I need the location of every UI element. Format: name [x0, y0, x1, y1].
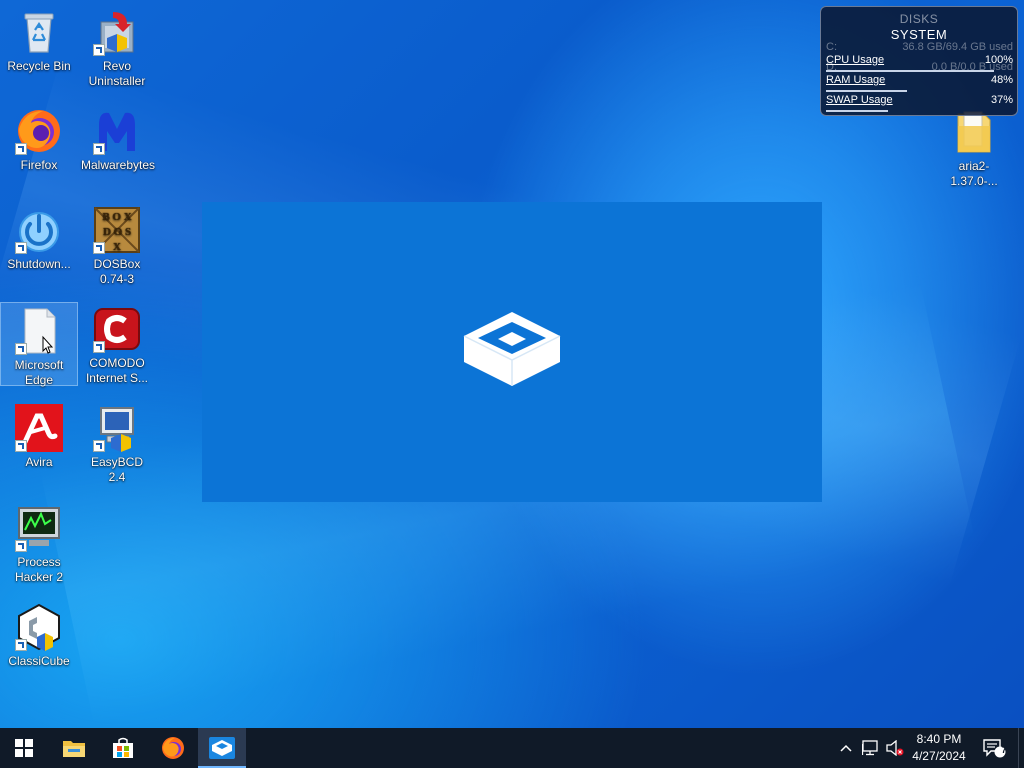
show-hidden-icons-button[interactable] [836, 728, 856, 768]
ram-usage-row: RAM Usage 48% [826, 74, 1013, 92]
desktop-icon-comodo[interactable]: COMODO Internet S... [79, 301, 155, 386]
system-title: SYSTEM [890, 27, 948, 42]
firefox-icon [15, 107, 63, 155]
easybcd-icon [93, 404, 141, 452]
desktop-icon-label: Revo Uninstaller [88, 59, 146, 88]
file-explorer-icon [63, 741, 85, 757]
sandbox-app-taskbar-button[interactable] [198, 728, 246, 768]
ram-usage-label: RAM Usage [826, 74, 886, 86]
system-monitor-widget[interactable]: DISKS SYSTEM C: 36.8 GB/69.4 GB used D: … [820, 6, 1018, 116]
disk-drive-label: C: [826, 41, 837, 53]
swap-usage-label: SWAP Usage [826, 94, 893, 106]
shortcut-arrow-icon [15, 242, 27, 254]
shortcut-arrow-icon [93, 242, 105, 254]
recycle-bin-icon [15, 8, 63, 56]
network-tray-button[interactable] [860, 728, 882, 768]
power-icon [15, 206, 63, 254]
shortcut-arrow-icon [15, 440, 27, 452]
network-icon [862, 740, 878, 756]
malwarebytes-icon [93, 107, 141, 155]
desktop-icon-easybcd[interactable]: EasyBCD 2.4 [79, 400, 155, 485]
cpu-usage-row: CPU Usage 100% [826, 54, 1013, 72]
desktop-icon-dosbox[interactable]: B O X D O S X DOSBox 0.74-3 [79, 202, 155, 287]
swap-usage-row: SWAP Usage 37% [826, 94, 1013, 112]
desktop-icon-label: Shutdown... [7, 257, 71, 271]
show-desktop-button[interactable] [1018, 728, 1024, 768]
desktop-icon-revo-uninstaller[interactable]: Revo Uninstaller [79, 4, 155, 89]
clock-date: 4/27/2024 [912, 749, 966, 763]
taskbar-clock[interactable]: 8:40 PM 4/27/2024 [900, 731, 978, 765]
svg-text:B O X: B O X [102, 211, 131, 223]
desktop-icon-label: Process Hacker 2 [14, 555, 64, 584]
classicube-icon [15, 603, 63, 651]
start-button[interactable] [0, 728, 48, 768]
desktop-icon-label: Microsoft Edge [14, 358, 64, 387]
notification-count-badge: 7 [1001, 745, 1007, 755]
disk-drive-usage: 36.8 GB/69.4 GB used [902, 41, 1013, 53]
microsoft-store-icon [113, 737, 133, 758]
cpu-usage-value: 100% [984, 54, 1013, 66]
desktop-icon-avira[interactable]: Avira [1, 400, 77, 470]
svg-text:X: X [113, 241, 121, 253]
swap-usage-bar [826, 110, 889, 112]
sandbox-box-icon [462, 310, 562, 395]
desktop-icon-malwarebytes[interactable]: Malwarebytes [79, 103, 155, 173]
desktop-icon-firefox[interactable]: Firefox [1, 103, 77, 173]
desktop-icon-process-hacker[interactable]: Process Hacker 2 [1, 500, 77, 585]
shortcut-arrow-icon [93, 440, 105, 452]
desktop-icon-label: Avira [25, 455, 53, 469]
shortcut-arrow-icon [15, 343, 27, 355]
file-explorer-button[interactable] [50, 728, 98, 768]
desktop-icon-label: Recycle Bin [7, 59, 71, 73]
desktop-icon-label: Firefox [20, 158, 58, 172]
desktop-icon-recycle-bin[interactable]: Recycle Bin [1, 4, 77, 74]
comodo-icon [93, 305, 141, 353]
firefox-icon [162, 737, 184, 759]
shortcut-arrow-icon [15, 143, 27, 155]
disks-title: DISKS [899, 12, 939, 26]
shortcut-arrow-icon [93, 143, 105, 155]
desktop-icon-label: COMODO Internet S... [85, 356, 149, 385]
windows-start-icon [15, 739, 33, 757]
sandbox-app-icon [209, 737, 235, 759]
shortcut-arrow-icon [15, 540, 27, 552]
app-splash-window[interactable] [202, 202, 822, 502]
shortcut-arrow-icon [93, 44, 105, 56]
desktop-icon-label: DOSBox 0.74-3 [93, 257, 141, 286]
microsoft-store-button[interactable] [99, 728, 147, 768]
dosbox-icon: B O X D O S X [93, 206, 141, 254]
action-center-button[interactable]: 7 [978, 728, 1010, 768]
desktop-icon-classicube[interactable]: ClassiCube [1, 599, 77, 669]
process-hacker-icon [15, 504, 63, 552]
revo-uninstaller-icon [93, 8, 141, 56]
taskbar: 8:40 PM 4/27/2024 7 [0, 728, 1024, 768]
cpu-usage-bar [826, 70, 995, 72]
avira-icon [15, 404, 63, 452]
shortcut-arrow-icon [15, 639, 27, 651]
firefox-taskbar-button[interactable] [149, 728, 197, 768]
desktop-icon-label: ClassiCube [8, 654, 70, 668]
clock-time: 8:40 PM [916, 732, 962, 746]
ram-usage-value: 48% [990, 74, 1013, 86]
desktop-icon-label: EasyBCD 2.4 [90, 455, 143, 484]
svg-text:D O S: D O S [103, 226, 131, 238]
desktop-icon-shutdown[interactable]: Shutdown... [1, 202, 77, 272]
shortcut-arrow-icon [93, 341, 105, 353]
desktop-icon-label: aria2-1.37.0-... [950, 159, 998, 188]
blank-file-icon [15, 307, 63, 355]
desktop-icon-label: Malwarebytes [81, 158, 156, 172]
cpu-usage-label: CPU Usage [826, 54, 885, 66]
desktop-icon-aria2-folder[interactable]: aria2-1.37.0-... [936, 104, 1012, 189]
ram-usage-bar [826, 90, 907, 92]
desktop-icon-microsoft-edge[interactable]: Microsoft Edge [0, 302, 78, 387]
chevron-up-icon [840, 744, 852, 752]
swap-usage-value: 37% [990, 94, 1013, 106]
